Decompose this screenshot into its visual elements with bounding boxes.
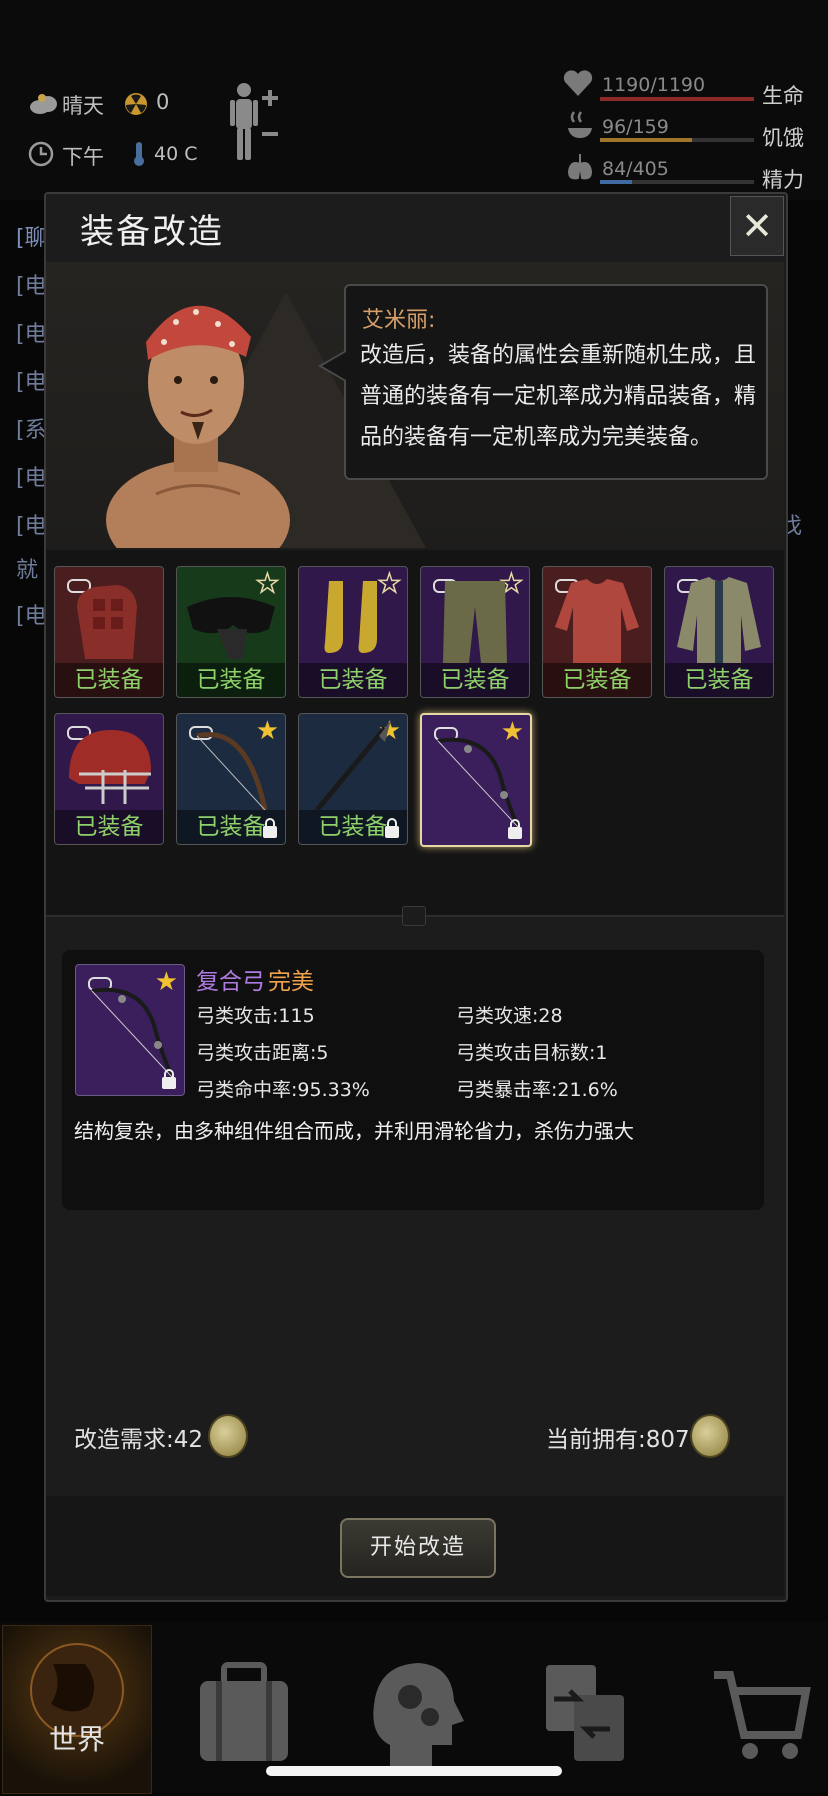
home-indicator	[266, 1766, 562, 1776]
hunger-bar	[600, 138, 754, 142]
spear-icon	[315, 720, 391, 810]
log-line: [系	[16, 418, 47, 443]
hunger-label: 饥饿	[762, 126, 804, 150]
slot-caption: 已装备	[55, 810, 163, 844]
pants-icon	[443, 581, 507, 663]
equipment-slot-shirt[interactable]: 已装备	[542, 566, 652, 698]
close-button[interactable]: ✕	[730, 196, 784, 256]
slot-caption: 已装备	[665, 663, 773, 697]
equipment-slot-helmet[interactable]: 已装备	[54, 713, 164, 845]
bow-icon	[196, 732, 268, 810]
lungs-icon	[566, 152, 594, 186]
modify-requirement: 改造需求:42	[74, 1427, 204, 1453]
equipment-slot-jacket[interactable]: 已装备	[664, 566, 774, 698]
cart-icon	[714, 1671, 811, 1759]
hunger-value: 96/159	[602, 116, 669, 138]
bottle-cap-coin-icon	[208, 1414, 248, 1458]
steam-food-icon	[566, 110, 594, 144]
health-bar	[600, 97, 754, 101]
lock-icon	[385, 818, 399, 838]
body-status-icon[interactable]	[228, 82, 280, 166]
lock-icon	[263, 818, 277, 838]
log-line: [电	[16, 466, 47, 491]
npc-dialogue: 改造后，装备的属性会重新随机生成，且普通的装备有一定机率成为精品装备，精品的装备…	[360, 343, 757, 450]
weather-text: 晴天	[62, 94, 104, 118]
item-description: 结构复杂，由多种组件组合而成，并利用滑轮省力，杀伤力强大	[74, 1119, 634, 1143]
currency-owned: 当前拥有:807	[546, 1427, 690, 1453]
shirt-icon	[555, 579, 639, 663]
jacket-icon	[677, 577, 761, 663]
item-name: 复合弓	[196, 969, 265, 995]
slot-caption: 已装备	[55, 663, 163, 697]
equipment-slot-goggles[interactable]: ★ 已装备	[176, 566, 286, 698]
log-line: [电	[16, 274, 47, 299]
slot-caption: 已装备	[299, 663, 407, 697]
health-value: 1190/1190	[602, 74, 706, 96]
attr-bow-accuracy: 弓类命中率:95.33%	[196, 1079, 370, 1101]
attr-bow-attack: 弓类攻击:115	[196, 1005, 315, 1027]
equipment-slot-bow[interactable]: ★ 已装备	[176, 713, 286, 845]
log-line: [电	[16, 514, 47, 539]
lock-icon	[508, 819, 522, 839]
log-line: [电	[16, 604, 47, 629]
item-quality: 完美	[268, 969, 314, 995]
dialog-title: 装备改造	[80, 212, 224, 252]
log-line: [电	[16, 322, 47, 347]
equipment-slot-pants[interactable]: ★ 已装备	[420, 566, 530, 698]
time-text: 下午	[62, 145, 104, 169]
equipment-slot-compound-bow-selected[interactable]: ★	[420, 713, 532, 847]
attr-bow-targets: 弓类攻击目标数:1	[456, 1042, 608, 1064]
divider-ornament	[402, 906, 426, 926]
attr-bow-speed: 弓类攻速:28	[456, 1005, 563, 1027]
thermometer-icon	[132, 141, 146, 171]
equipment-slot-socks[interactable]: ★ 已装备	[298, 566, 408, 698]
slot-caption: 已装备	[543, 663, 651, 697]
cloud-icon	[28, 92, 58, 120]
slot-caption: 已装备	[421, 663, 529, 697]
start-modify-button[interactable]: 开始改造	[340, 1518, 496, 1578]
detail-item-icon: ★	[75, 964, 185, 1096]
log-line: [聊	[16, 226, 47, 251]
attr-bow-crit: 弓类暴击率:21.6%	[456, 1079, 618, 1101]
radiation-value: 0	[156, 90, 170, 114]
temperature-text: 40 C	[154, 143, 198, 165]
goggles-icon	[187, 597, 275, 659]
heart-icon	[562, 68, 594, 102]
lock-icon	[162, 1069, 176, 1089]
clock-icon	[28, 141, 54, 171]
npc-name: 艾米丽:	[362, 308, 436, 333]
helmet-icon	[69, 730, 151, 804]
socks-icon	[324, 581, 377, 653]
energy-bar	[600, 180, 754, 184]
health-label: 生命	[762, 84, 804, 108]
slot-caption: 已装备	[177, 663, 285, 697]
equipment-slot-spear[interactable]: ★ 已装备	[298, 713, 408, 845]
tab-shop[interactable]	[680, 1625, 828, 1792]
log-line: 就	[16, 558, 39, 583]
speech-pointer-fill	[322, 352, 346, 380]
gloves-icon	[77, 585, 137, 659]
equipment-slot-gloves[interactable]: 已装备	[54, 566, 164, 698]
close-icon: ✕	[741, 204, 773, 248]
tab-world[interactable]	[2, 1625, 152, 1794]
energy-value: 84/405	[602, 158, 669, 180]
energy-label: 精力	[762, 168, 804, 192]
attr-bow-range: 弓类攻击距离:5	[196, 1042, 329, 1064]
radiation-icon	[124, 92, 148, 120]
bottle-cap-coin-icon	[690, 1414, 730, 1458]
tab-world-label: 世界	[48, 1723, 105, 1756]
log-line: [电	[16, 370, 47, 395]
